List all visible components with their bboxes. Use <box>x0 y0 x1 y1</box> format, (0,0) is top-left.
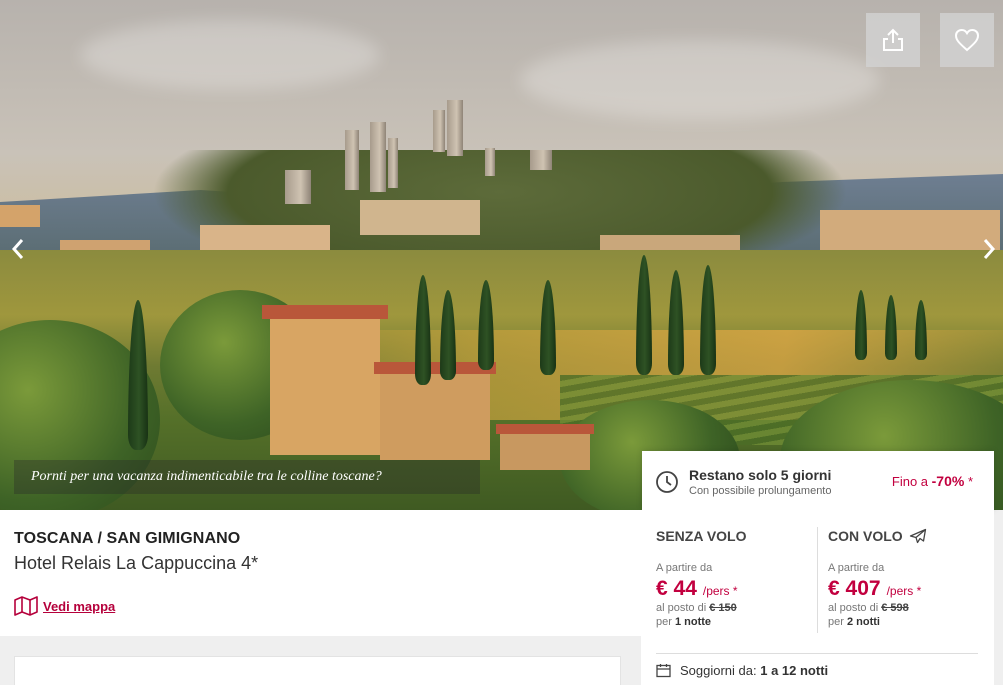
price-amount: € 407 <box>828 577 881 600</box>
chevron-left-icon <box>11 239 24 259</box>
share-icon <box>883 28 903 51</box>
offer-countdown: Restano solo 5 giorni Con possibile prol… <box>642 451 994 510</box>
hotel-name: Hotel Relais La Cappuccina 4* <box>14 553 259 573</box>
page: Pornti per una vacanza indimenticabile t… <box>0 0 1003 685</box>
offer-no-flight[interactable]: SENZA VOLO A partire da € 44 /pers * al … <box>656 526 816 628</box>
carousel-next-button[interactable] <box>977 238 1001 264</box>
nights-label: per <box>656 616 675 628</box>
offer-heading: CON VOLO <box>828 526 988 546</box>
map-icon <box>14 596 38 616</box>
from-label: A partire da <box>828 562 885 574</box>
countdown-title: Restano solo 5 giorni <box>689 467 832 483</box>
offer-with-flight[interactable]: CON VOLO A partire da € 407 /pers * al p… <box>828 526 988 628</box>
plane-icon <box>909 528 926 544</box>
nights-line: per 2 notti <box>828 616 988 628</box>
old-price-line: al posto di € 150 <box>656 602 816 614</box>
nights-value: 1 notte <box>674 616 712 628</box>
region-title: TOSCANA / SAN GIMIGNANO <box>14 530 241 547</box>
nights-line: per 1 notte <box>656 616 816 628</box>
offer-heading-label: SENZA VOLO <box>656 528 747 544</box>
hero-image: Pornti per una vacanza indimenticabile t… <box>0 0 1003 510</box>
stay-duration: Soggiorni da: 1 a 12 notti <box>656 663 828 678</box>
hotel-info: TOSCANA / SAN GIMIGNANO Hotel Relais La … <box>0 510 641 636</box>
old-price-label: al posto di <box>828 602 882 614</box>
old-price: € 598 <box>881 602 909 614</box>
chevron-right-icon <box>983 239 996 259</box>
countdown-subtitle: Con possibile prolungamento <box>689 485 832 497</box>
old-price-label: al posto di <box>656 602 710 614</box>
discount-prefix: Fino a <box>891 474 932 489</box>
content-card <box>14 656 621 685</box>
share-button[interactable] <box>866 13 920 67</box>
stay-label: Soggiorni da: <box>680 663 761 678</box>
heart-icon <box>954 28 980 52</box>
price-unit: /pers * <box>886 584 922 598</box>
offer-divider <box>817 527 818 633</box>
hero-caption: Pornti per una vacanza indimenticabile t… <box>14 460 480 494</box>
view-map-label: Vedi mappa <box>43 598 116 614</box>
old-price: € 150 <box>709 602 737 614</box>
carousel-prev-button[interactable] <box>6 238 30 264</box>
view-map-link[interactable]: Vedi mappa <box>14 596 115 616</box>
offer-heading-label: CON VOLO <box>828 528 903 544</box>
price: € 407 /pers * <box>828 577 988 601</box>
price-panel: SENZA VOLO A partire da € 44 /pers * al … <box>641 510 994 685</box>
calendar-icon <box>656 664 671 678</box>
from-label: A partire da <box>656 562 713 574</box>
favorite-button[interactable] <box>940 13 994 67</box>
clock-icon <box>656 471 678 493</box>
nights-value: 2 notti <box>846 616 880 628</box>
offer-heading: SENZA VOLO <box>656 526 816 546</box>
nights-label: per <box>828 616 847 628</box>
old-price-line: al posto di € 598 <box>828 602 988 614</box>
price: € 44 /pers * <box>656 577 816 601</box>
stay-value: 1 a 12 notti <box>760 663 829 678</box>
discount-badge: Fino a -70% * <box>892 473 973 489</box>
discount-value: -70% <box>931 473 965 489</box>
price-unit: /pers * <box>702 584 738 598</box>
panel-divider <box>656 653 978 654</box>
price-amount: € 44 <box>656 577 697 600</box>
discount-suffix: * <box>964 474 973 489</box>
